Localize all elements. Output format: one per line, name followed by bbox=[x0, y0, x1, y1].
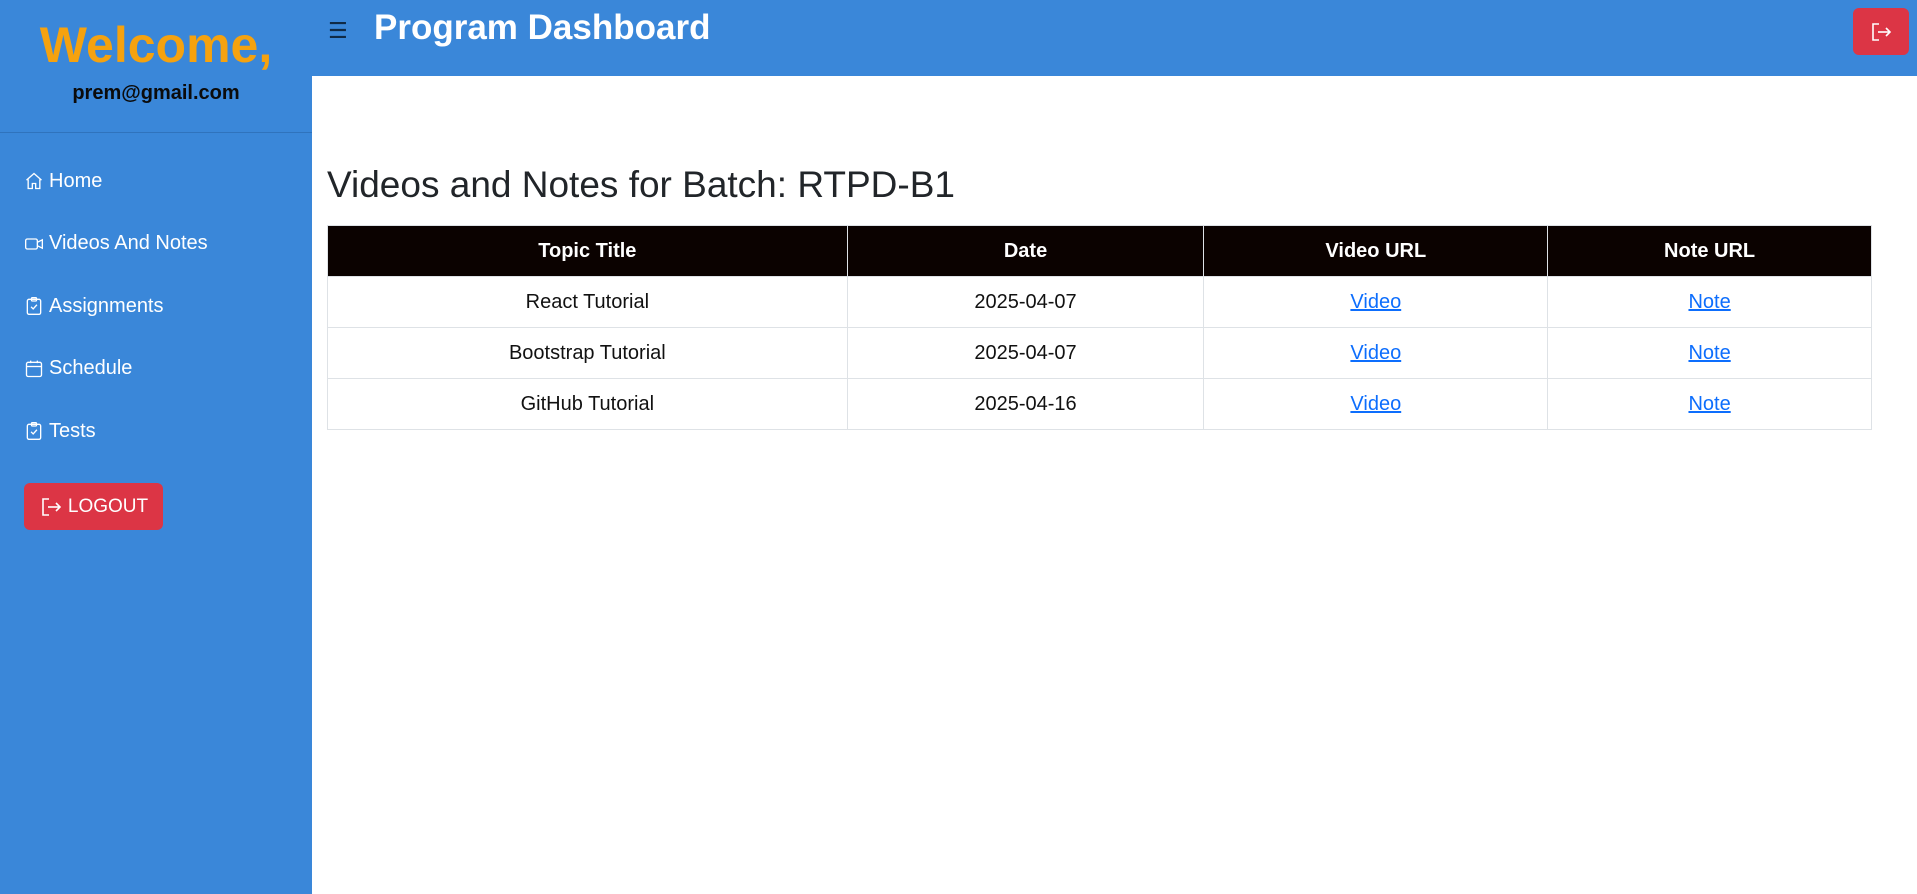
sidebar-item-label: Assignments bbox=[49, 294, 164, 317]
video-cell: Video bbox=[1203, 378, 1549, 430]
video-link[interactable]: Video bbox=[1350, 393, 1401, 415]
user-email: prem@gmail.com bbox=[72, 82, 240, 104]
video-cell: Video bbox=[1203, 276, 1549, 328]
app-title: Program Dashboard bbox=[374, 8, 711, 47]
sidebar-item-home[interactable]: Home bbox=[0, 160, 312, 202]
note-link[interactable]: Note bbox=[1688, 393, 1730, 415]
table-row: Bootstrap Tutorial 2025-04-07 Video Note bbox=[327, 327, 1872, 379]
sidebar-header: Welcome, prem@gmail.com bbox=[0, 0, 312, 133]
column-header-video-url: Video URL bbox=[1203, 225, 1549, 277]
note-cell: Note bbox=[1547, 276, 1872, 328]
sidebar: Welcome, prem@gmail.com Home Videos And … bbox=[0, 0, 312, 894]
topic-cell: GitHub Tutorial bbox=[327, 378, 848, 430]
table-row: GitHub Tutorial 2025-04-16 Video Note bbox=[327, 378, 1872, 430]
note-cell: Note bbox=[1547, 378, 1872, 430]
welcome-text: Welcome, bbox=[39, 17, 273, 73]
sidebar-nav: Home Videos And Notes Assignments Schedu… bbox=[0, 160, 312, 473]
video-icon bbox=[25, 237, 43, 250]
sidebar-item-label: Schedule bbox=[49, 357, 133, 379]
column-header-date: Date bbox=[846, 225, 1205, 277]
videos-notes-table: Topic Title Date Video URL Note URL Reac… bbox=[327, 225, 1872, 430]
logout-icon bbox=[1872, 22, 1892, 41]
video-link[interactable]: Video bbox=[1350, 342, 1401, 364]
clipboard-check-icon bbox=[26, 297, 42, 315]
date-cell: 2025-04-16 bbox=[846, 378, 1205, 430]
sidebar-item-schedule[interactable]: Schedule bbox=[0, 348, 312, 390]
note-cell: Note bbox=[1547, 327, 1872, 379]
video-cell: Video bbox=[1203, 327, 1549, 379]
note-link[interactable]: Note bbox=[1688, 342, 1730, 364]
note-link[interactable]: Note bbox=[1688, 291, 1730, 313]
logout-icon bbox=[42, 497, 62, 516]
sidebar-item-videos-and-notes[interactable]: Videos And Notes bbox=[0, 223, 312, 265]
logout-label: LOGOUT bbox=[67, 495, 149, 517]
date-cell: 2025-04-07 bbox=[846, 327, 1205, 379]
sidebar-item-tests[interactable]: Tests bbox=[0, 410, 312, 452]
video-link[interactable]: Video bbox=[1350, 291, 1401, 313]
page-title: Videos and Notes for Batch: RTPD-B1 bbox=[327, 164, 955, 205]
calendar-icon bbox=[25, 360, 43, 377]
sidebar-item-label: Tests bbox=[49, 419, 96, 442]
sidebar-item-assignments[interactable]: Assignments bbox=[0, 285, 312, 327]
table-header-row: Topic Title Date Video URL Note URL bbox=[327, 225, 1872, 277]
sidebar-item-label: Home bbox=[49, 169, 103, 192]
date-cell: 2025-04-07 bbox=[846, 276, 1205, 328]
topic-cell: Bootstrap Tutorial bbox=[327, 327, 848, 379]
table-row: React Tutorial 2025-04-07 Video Note bbox=[327, 276, 1872, 328]
top-bar: ☰ Program Dashboard bbox=[312, 0, 1917, 76]
home-icon bbox=[26, 172, 42, 190]
column-header-topic: Topic Title bbox=[327, 225, 848, 277]
header-logout-button[interactable] bbox=[1853, 8, 1909, 55]
column-header-note-url: Note URL bbox=[1547, 225, 1872, 277]
clipboard-check-icon bbox=[26, 422, 42, 440]
sidebar-logout-button[interactable]: LOGOUT bbox=[24, 483, 163, 530]
topic-cell: React Tutorial bbox=[327, 276, 848, 328]
sidebar-item-label: Videos And Notes bbox=[49, 232, 208, 254]
menu-toggle-icon[interactable]: ☰ bbox=[328, 18, 348, 44]
